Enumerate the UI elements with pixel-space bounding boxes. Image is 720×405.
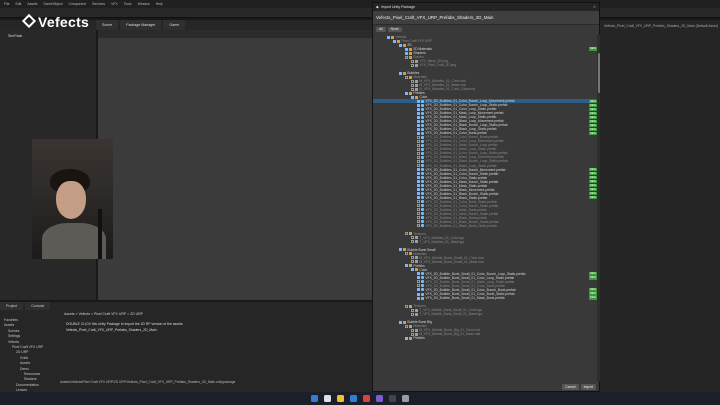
taskbar-app-icon[interactable] — [337, 395, 344, 402]
taskbar-app-icon[interactable] — [311, 395, 318, 402]
cancel-button[interactable]: Cancel — [562, 384, 579, 390]
mic-stand — [98, 209, 102, 259]
vefects-logo: Vefects — [38, 14, 90, 30]
project-file-readme[interactable]: DOUBLE CLICK this Unity Package to impor… — [66, 322, 183, 326]
menu-tools[interactable]: Tools — [124, 2, 132, 6]
import-package-dialog: ◆ Import Unity Package ✕ Vefects_Pixel_C… — [372, 2, 600, 392]
project-file-package[interactable]: Vefects_Pixel_Craft_VFX_URP_Prefabs_Shad… — [66, 328, 157, 332]
scene-toolbar — [98, 30, 373, 38]
asset-checkbox[interactable] — [405, 336, 408, 340]
select-all-button[interactable]: All — [376, 26, 386, 32]
taskbar-app-icon[interactable] — [389, 395, 396, 402]
dialog-footer: Cancel Import — [373, 383, 599, 391]
windows-taskbar — [0, 392, 720, 405]
editor-toolbar — [0, 8, 720, 18]
import-button[interactable]: Import — [580, 384, 596, 390]
project-tree: Favorites Assets Scenes Settings Vefects Pixe… — [4, 318, 60, 399]
menu-assets[interactable]: Assets — [27, 2, 37, 6]
editor-menubar: File Edit Assets GameObject Component Service… — [0, 0, 720, 8]
taskbar-app-icon[interactable] — [324, 395, 331, 402]
unity-icon: ◆ — [376, 5, 379, 9]
tab-console[interactable]: Console — [25, 302, 51, 310]
menu-edit[interactable]: Edit — [15, 2, 21, 6]
scene-view[interactable] — [98, 38, 373, 300]
select-none-button[interactable]: None — [387, 26, 402, 32]
dialog-titlebar: ◆ Import Unity Package ✕ — [373, 3, 599, 11]
menu-vfx[interactable]: VFX — [111, 2, 118, 6]
taskbar-app-icon[interactable] — [350, 395, 357, 402]
presenter-face — [56, 181, 86, 219]
selection-buttons: All None — [373, 25, 599, 33]
asset-label: Prefabs — [413, 336, 425, 341]
taskbar-app-icon[interactable] — [376, 395, 383, 402]
inspector-header: Vefects_Pixel_Craft_VFX_URP_Prefabs_Shad… — [604, 24, 718, 28]
folder-icon — [409, 336, 413, 340]
menu-window[interactable]: Window — [138, 2, 150, 6]
tab-project[interactable]: Project — [0, 302, 24, 310]
dialog-scrollbar[interactable] — [597, 35, 600, 381]
project-tabs: Project Console — [0, 302, 51, 310]
hierarchy-item[interactable]: SimPack — [8, 34, 22, 38]
project-breadcrumb[interactable]: Assets > Vefects > Pixel Craft VFX URP >… — [64, 312, 143, 316]
menu-help[interactable]: Help — [156, 2, 163, 6]
asset-row[interactable]: Prefabs — [373, 336, 597, 340]
taskbar-app-icon[interactable] — [402, 395, 409, 402]
taskbar-app-icon[interactable] — [363, 395, 370, 402]
webcam-overlay — [32, 139, 113, 259]
project-path: Assets/Vefects/Pixel Craft VFX URP/2D UR… — [60, 380, 236, 384]
inspector-panel — [600, 20, 720, 400]
menu-file[interactable]: File — [4, 2, 9, 6]
tab-package-manager[interactable]: Package Manager — [120, 20, 162, 30]
close-icon[interactable]: ✕ — [593, 5, 596, 9]
menu-component[interactable]: Component — [69, 2, 87, 6]
tab-scene[interactable]: Scene — [96, 20, 119, 30]
presenter-body — [42, 223, 106, 259]
asset-tree: Vefects Pixel Craft VFX URP 2D 2D Materials… — [373, 35, 597, 381]
menu-services[interactable]: Services — [92, 2, 105, 6]
tab-game[interactable]: Game — [163, 20, 186, 30]
dialog-title: Import Unity Package — [380, 5, 416, 9]
package-name: Vefects_Pixel_Craft_VFX_URP_Prefabs_Shad… — [373, 11, 599, 25]
menu-gameobject[interactable]: GameObject — [44, 2, 63, 6]
scrollbar-thumb[interactable] — [597, 53, 600, 93]
